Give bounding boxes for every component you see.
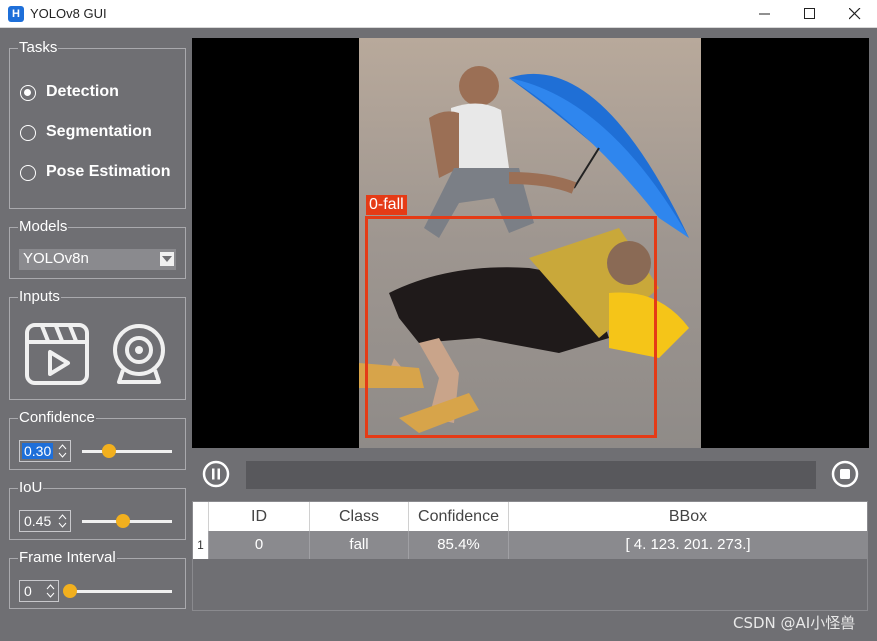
- iou-group: IoU 0.45: [9, 479, 186, 540]
- radio-label-segmentation: Segmentation: [46, 123, 152, 140]
- frame-interval-slider-track[interactable]: [70, 590, 172, 593]
- chevron-down-icon[interactable]: [160, 252, 174, 266]
- model-select-value: YOLOv8n: [23, 250, 89, 267]
- stop-button[interactable]: [831, 460, 859, 488]
- row-number: 1: [193, 531, 208, 559]
- cell-class[interactable]: fall: [309, 531, 408, 559]
- inputs-group: Inputs: [9, 288, 186, 400]
- stop-icon: [831, 460, 859, 488]
- header-bbox[interactable]: BBox: [508, 502, 867, 531]
- cell-confidence[interactable]: 85.4%: [408, 531, 508, 559]
- confidence-title: Confidence: [18, 409, 96, 427]
- title-bar: H YOLOv8 GUI: [0, 0, 877, 28]
- radio-label-pose-estimation: Pose Estimation: [46, 163, 171, 180]
- confidence-slider-handle[interactable]: [102, 444, 116, 458]
- progress-bar[interactable]: [246, 461, 816, 489]
- confidence-group: Confidence 0.30: [9, 409, 186, 470]
- detection-bbox: 0-fall: [365, 195, 657, 438]
- spin-arrows-icon[interactable]: [58, 443, 67, 459]
- video-frame: 0-fall: [359, 38, 701, 448]
- tasks-group: Tasks Detection Segmentation Pose Estima…: [9, 39, 186, 209]
- models-title: Models: [18, 218, 69, 236]
- video-display: 0-fall: [192, 38, 869, 448]
- frame-interval-spinbox[interactable]: 0: [19, 580, 59, 602]
- spin-arrows-icon[interactable]: [46, 583, 55, 599]
- pause-icon: [202, 460, 230, 488]
- table-header: ID Class Confidence BBox: [193, 502, 867, 531]
- radio-circle: [20, 125, 36, 141]
- webcam-icon[interactable]: [111, 322, 167, 391]
- iou-slider-handle[interactable]: [115, 514, 130, 528]
- header-id[interactable]: ID: [208, 502, 309, 531]
- confidence-slider-track[interactable]: [82, 450, 172, 453]
- table-row[interactable]: 1 0 fall 85.4% [ 4. 123. 201. 273.]: [193, 531, 867, 559]
- radio-circle: [20, 165, 36, 181]
- frame-interval-group: Frame Interval 0: [9, 549, 186, 609]
- app-icon: H: [8, 6, 24, 22]
- frame-interval-value[interactable]: 0: [22, 583, 34, 599]
- window-title: YOLOv8 GUI: [30, 6, 107, 21]
- detection-label: 0-fall: [366, 195, 407, 215]
- minimize-icon: [759, 13, 770, 15]
- models-group: Models YOLOv8n: [9, 218, 186, 279]
- confidence-spinbox[interactable]: 0.30: [19, 440, 71, 462]
- spin-arrows-icon[interactable]: [58, 513, 67, 529]
- radio-label-detection: Detection: [46, 83, 119, 100]
- iou-spinbox[interactable]: 0.45: [19, 510, 71, 532]
- pause-button[interactable]: [202, 460, 230, 488]
- maximize-icon: [804, 8, 815, 19]
- header-class[interactable]: Class: [309, 502, 408, 531]
- inputs-title: Inputs: [18, 288, 61, 306]
- confidence-value[interactable]: 0.30: [22, 443, 54, 459]
- minimize-button[interactable]: [742, 0, 788, 28]
- close-button[interactable]: [832, 0, 877, 28]
- header-confidence[interactable]: Confidence: [408, 502, 508, 531]
- iou-value[interactable]: 0.45: [22, 513, 53, 529]
- results-table: ID Class Confidence BBox 1 0 fall 85.4% …: [192, 501, 868, 611]
- maximize-button[interactable]: [787, 0, 833, 28]
- iou-title: IoU: [18, 479, 44, 497]
- frame-interval-title: Frame Interval: [18, 549, 117, 567]
- close-icon: [849, 8, 861, 20]
- tasks-title: Tasks: [18, 39, 59, 57]
- frame-interval-slider-handle[interactable]: [63, 584, 77, 598]
- model-select[interactable]: YOLOv8n: [19, 249, 176, 270]
- cell-bbox[interactable]: [ 4. 123. 201. 273.]: [508, 531, 867, 559]
- cell-id[interactable]: 0: [208, 531, 309, 559]
- watermark: CSDN @AI小怪兽: [733, 614, 856, 632]
- video-file-icon[interactable]: [24, 322, 90, 391]
- radio-circle-checked: [20, 85, 36, 101]
